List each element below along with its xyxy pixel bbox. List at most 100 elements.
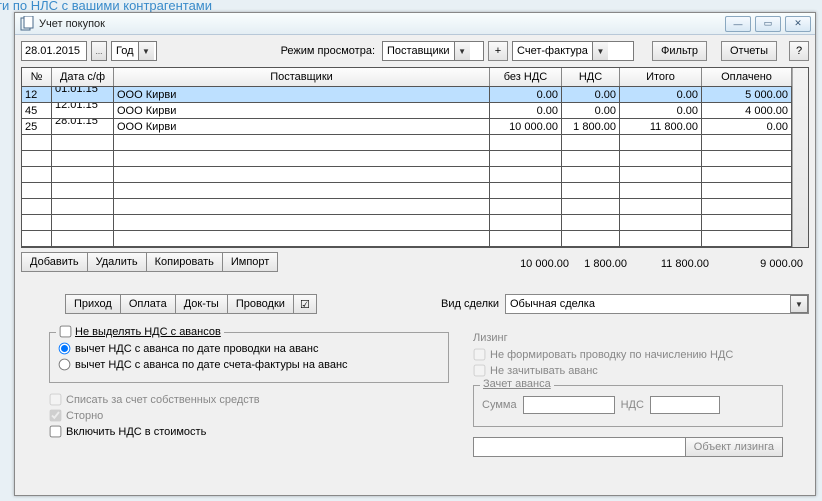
cell[interactable]: ООО Кирви [114,119,490,134]
chevron-down-icon[interactable]: ▼ [454,42,470,60]
filter-button[interactable]: Фильтр [652,41,707,61]
advance-by-posting-radio[interactable] [59,343,71,355]
tab-check[interactable]: ☑ [293,294,317,314]
no-nds-advances-checkbox[interactable] [60,326,72,338]
storno-row[interactable]: Сторно [49,409,449,422]
add-button[interactable]: Добавить [21,252,87,272]
leasing-object-input[interactable] [473,437,685,457]
tab-prihod[interactable]: Приход [65,294,120,314]
advance-radio-1[interactable]: вычет НДС с аванса по дате проводки на а… [58,342,440,355]
cell[interactable] [562,215,620,230]
advance-by-invoice-radio[interactable] [59,359,71,371]
cell[interactable] [490,231,562,246]
chevron-down-icon[interactable]: ▼ [138,42,154,60]
cell[interactable]: 28.01.15 ... [52,119,114,134]
table-row[interactable] [22,151,792,167]
cell[interactable]: 25 [22,119,52,134]
cell[interactable] [562,199,620,214]
cell[interactable] [490,199,562,214]
chevron-down-icon[interactable]: ▼ [592,42,608,60]
col-no[interactable]: № [22,68,52,86]
help-button[interactable]: ? [789,41,809,61]
date-input[interactable]: 28.01.2015 [21,41,87,61]
cell[interactable] [114,215,490,230]
cell[interactable] [52,135,114,150]
cell[interactable]: 4 000.00 [702,103,792,118]
cell[interactable] [52,215,114,230]
col-total[interactable]: Итого [620,68,702,86]
cell[interactable]: 5 000.00 [702,87,792,102]
cell[interactable] [114,199,490,214]
plus-button[interactable]: + [488,41,508,61]
cell[interactable] [490,167,562,182]
cell[interactable] [114,183,490,198]
include-nds-row[interactable]: Включить НДС в стоимость [49,425,449,438]
vertical-scrollbar[interactable] [792,68,808,247]
cell[interactable] [22,215,52,230]
cell[interactable] [490,183,562,198]
cell[interactable]: 0.00 [562,103,620,118]
cell[interactable] [490,215,562,230]
table-row[interactable]: 1201.01.15 ...ООО Кирви0.000.000.005 000… [22,87,792,103]
cell[interactable] [702,231,792,246]
cell[interactable] [490,151,562,166]
doc-type-combo[interactable]: Счет-фактура▼ [512,41,634,61]
cell[interactable] [562,135,620,150]
chevron-down-icon[interactable]: ▼ [790,295,808,313]
cell[interactable] [52,199,114,214]
period-combo[interactable]: Год▼ [111,41,157,61]
cell[interactable] [702,167,792,182]
cell[interactable] [22,231,52,246]
cell[interactable] [22,135,52,150]
import-button[interactable]: Импорт [222,252,278,272]
table-row[interactable] [22,183,792,199]
col-date[interactable]: Дата с/ф [52,68,114,86]
table-row[interactable] [22,199,792,215]
cell[interactable] [22,167,52,182]
cell[interactable] [490,135,562,150]
cell[interactable] [114,135,490,150]
own-funds-row[interactable]: Списать за счет собственных средств [49,393,449,406]
reports-button[interactable]: Отчеты [721,41,777,61]
cell[interactable]: 12 [22,87,52,102]
cell[interactable]: 0.00 [702,119,792,134]
cell[interactable] [114,151,490,166]
cell[interactable]: 0.00 [490,87,562,102]
copy-button[interactable]: Копировать [146,252,222,272]
minimize-button[interactable]: — [725,16,751,32]
table-row[interactable]: 4512.01.15 ...ООО Кирви0.000.000.004 000… [22,103,792,119]
cell[interactable]: ООО Кирви [114,103,490,118]
col-without-nds[interactable]: без НДС [490,68,562,86]
cell[interactable] [620,231,702,246]
cell[interactable]: 45 [22,103,52,118]
table-row[interactable] [22,215,792,231]
deal-type-combo[interactable]: Обычная сделка ▼ [505,294,809,314]
leasing-object-button[interactable]: Объект лизинга [685,437,783,457]
advance-radio-2[interactable]: вычет НДС с аванса по дате счета-фактуры… [58,358,440,371]
calendar-button[interactable]: ... [91,41,107,61]
cell[interactable]: 0.00 [490,103,562,118]
cell[interactable] [562,231,620,246]
maximize-button[interactable]: ▭ [755,16,781,32]
cell[interactable] [562,183,620,198]
cell[interactable]: 0.00 [620,87,702,102]
cell[interactable]: 1 800.00 [562,119,620,134]
cell[interactable] [22,199,52,214]
tab-docs[interactable]: Док-ты [175,294,227,314]
cell[interactable] [52,167,114,182]
cell[interactable] [114,231,490,246]
cell[interactable]: 10 000.00 [490,119,562,134]
cell[interactable] [52,151,114,166]
cell[interactable] [620,183,702,198]
cell[interactable] [702,135,792,150]
cell[interactable] [620,135,702,150]
cell[interactable]: 12.01.15 ... [52,103,114,118]
cell[interactable] [702,215,792,230]
table-row[interactable] [22,231,792,247]
sum-input[interactable] [523,396,615,414]
cell[interactable] [702,183,792,198]
cell[interactable]: 01.01.15 ... [52,87,114,102]
close-button[interactable]: ✕ [785,16,811,32]
cell[interactable] [620,215,702,230]
delete-button[interactable]: Удалить [87,252,146,272]
